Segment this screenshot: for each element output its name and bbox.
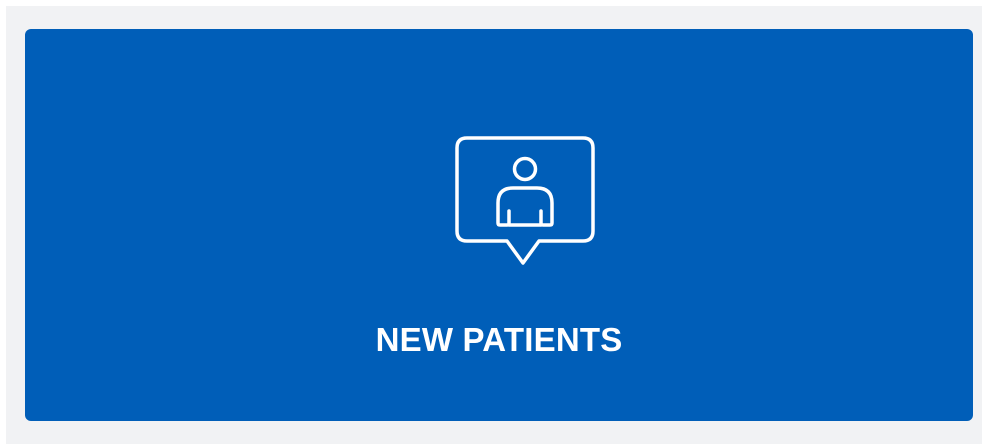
new-patients-tile[interactable]: NEW PATIENTS (25, 29, 973, 421)
page: NEW PATIENTS (0, 0, 982, 444)
tile-label: NEW PATIENTS (375, 321, 623, 358)
person-speech-bubble-icon (453, 135, 597, 269)
